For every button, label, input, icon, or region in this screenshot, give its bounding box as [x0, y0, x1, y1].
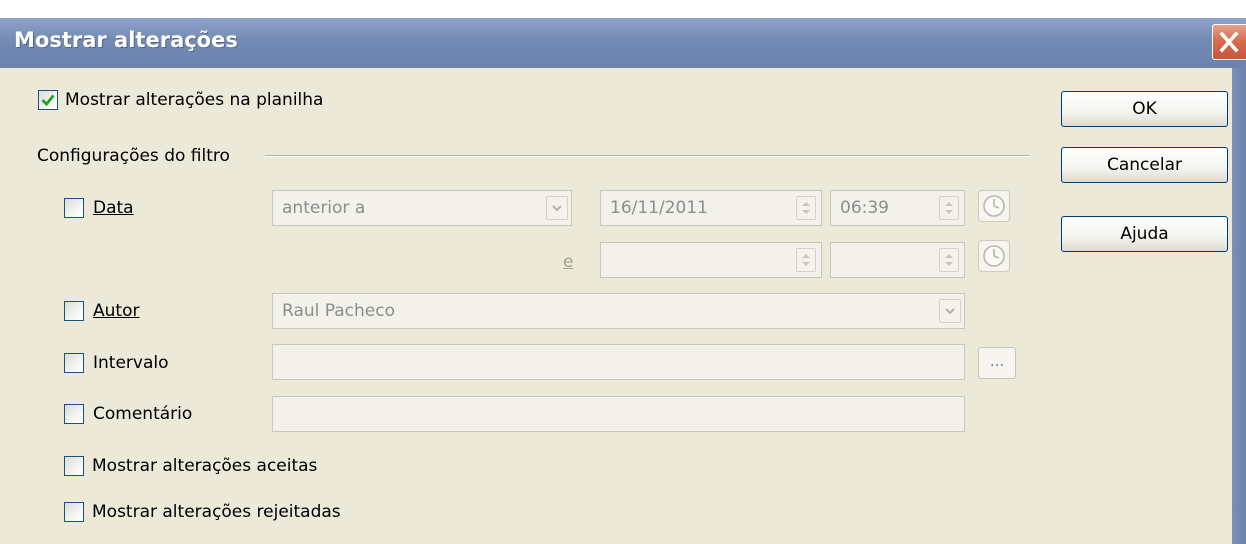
author-dropdown[interactable]: Raul Pacheco [272, 293, 965, 329]
time-end-field[interactable] [830, 242, 965, 278]
show-accepted-checkbox[interactable] [64, 456, 84, 476]
filter-group-label: Configurações do filtro [37, 146, 230, 166]
date-condition-value: anterior a [282, 198, 366, 218]
spin-arrows-icon [945, 254, 953, 266]
date-start-spinner[interactable] [796, 196, 816, 220]
show-rejected-checkbox[interactable] [64, 502, 84, 522]
range-picker-button[interactable]: ... [978, 347, 1016, 379]
ok-button[interactable]: OK [1061, 91, 1228, 127]
comment-label: Comentário [93, 404, 193, 424]
show-changes-checkbox[interactable] [38, 90, 58, 110]
set-current-time-end-button[interactable] [978, 240, 1010, 272]
group-divider [265, 155, 1030, 157]
clock-icon [983, 245, 1005, 267]
close-button[interactable] [1212, 24, 1246, 60]
spin-arrows-icon [802, 202, 810, 214]
spin-arrows-icon [802, 254, 810, 266]
help-label: Ajuda [1120, 224, 1169, 244]
show-accepted-label: Mostrar alterações aceitas [92, 456, 318, 476]
time-start-field[interactable]: 06:39 [830, 190, 965, 226]
cancel-button[interactable]: Cancelar [1061, 147, 1228, 183]
title-bar: Mostrar alterações [0, 18, 1246, 68]
comment-checkbox[interactable] [64, 404, 84, 424]
range-checkbox[interactable] [64, 353, 84, 373]
window-title: Mostrar alterações [14, 28, 238, 52]
clock-icon [983, 195, 1005, 217]
date-start-field[interactable]: 16/11/2011 [600, 190, 822, 226]
spin-arrows-icon [945, 202, 953, 214]
author-value: Raul Pacheco [282, 301, 395, 321]
show-rejected-label: Mostrar alterações rejeitadas [92, 502, 341, 522]
set-current-time-button[interactable] [978, 190, 1010, 222]
checkmark-icon [41, 94, 55, 107]
help-button[interactable]: Ajuda [1061, 216, 1228, 252]
dropdown-button[interactable] [939, 299, 961, 323]
comment-input[interactable] [272, 396, 965, 432]
and-label: e [563, 252, 574, 272]
dropdown-button[interactable] [546, 196, 568, 220]
author-checkbox[interactable] [64, 301, 84, 321]
cancel-label: Cancelar [1107, 155, 1182, 175]
date-label: Data [93, 198, 134, 218]
ok-label: OK [1132, 99, 1157, 119]
date-start-value: 16/11/2011 [610, 198, 708, 218]
close-icon [1219, 31, 1239, 53]
author-label: Autor [93, 301, 140, 321]
date-end-field[interactable] [600, 242, 822, 278]
chevron-down-icon [552, 205, 562, 212]
window-frame-right [1232, 68, 1246, 544]
time-end-spinner[interactable] [939, 248, 959, 272]
chevron-down-icon [945, 308, 955, 315]
range-input[interactable] [272, 344, 965, 380]
time-start-spinner[interactable] [939, 196, 959, 220]
date-checkbox[interactable] [64, 198, 84, 218]
date-condition-dropdown[interactable]: anterior a [272, 190, 572, 226]
range-picker-label: ... [989, 352, 1005, 370]
show-changes-label: Mostrar alterações na planilha [65, 90, 324, 110]
time-start-value: 06:39 [840, 198, 889, 218]
date-end-spinner[interactable] [796, 248, 816, 272]
range-label: Intervalo [93, 353, 169, 373]
